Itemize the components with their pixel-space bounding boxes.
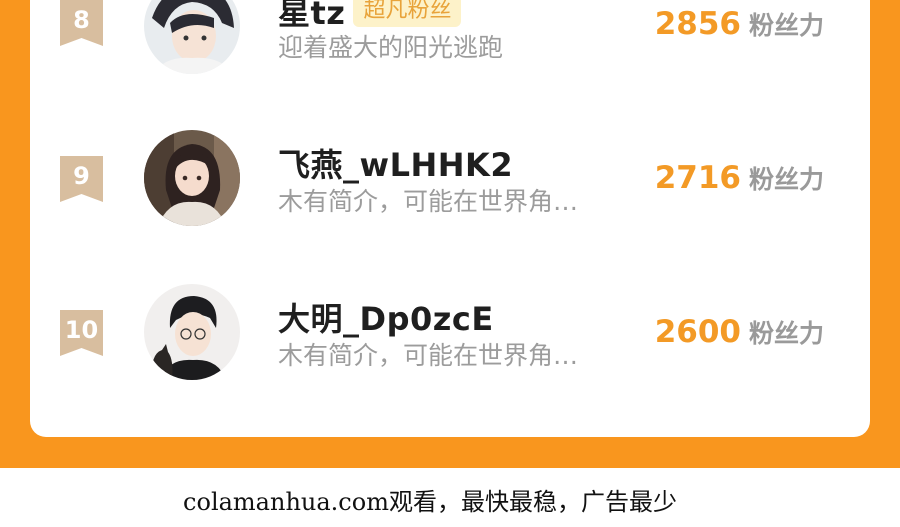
score-value: 2716 [654,160,741,196]
anime-boy-avatar-icon [144,0,240,74]
fan-power-score: 2716 粉丝力 [655,160,824,196]
leaderboard-row[interactable]: 8 星tz 超凡粉丝 迎着盛大的阳光逃跑 2856 粉丝力 [30,0,870,78]
score-unit: 粉丝力 [748,11,824,40]
username[interactable]: 大明_Dp0zcE [278,300,494,338]
score-value: 2856 [654,6,741,42]
name-line: 飞燕_wLHHK2 [278,140,513,184]
score-unit: 粉丝力 [748,165,824,194]
fan-power-score: 2600 粉丝力 [655,314,824,350]
username[interactable]: 飞燕_wLHHK2 [278,146,513,184]
name-line: 大明_Dp0zcE [278,294,494,338]
anime-girl-avatar-icon [144,130,240,226]
user-bio: 迎着盛大的阳光逃跑 [278,33,504,62]
rank-number: 9 [73,162,90,190]
avatar[interactable] [144,284,240,380]
leaderboard-row[interactable]: 10 大明_Dp0zcE 木有简介，可能在世界角… 2600 粉丝力 [30,284,870,384]
user-bio: 木有简介，可能在世界角… [278,187,579,216]
rank-badge: 9 [60,156,103,202]
avatar[interactable] [144,130,240,226]
user-bio: 木有简介，可能在世界角… [278,341,579,370]
rank-number: 10 [64,316,99,344]
score-value: 2600 [654,314,741,350]
footer-banner: colamanhua.com观看，最快最稳，广告最少 [0,468,900,527]
name-line: 星tz 超凡粉丝 [278,0,462,32]
rank-badge: 8 [60,0,103,46]
rank-number: 8 [73,6,90,34]
super-fan-badge: 超凡粉丝 [353,0,462,27]
score-unit: 粉丝力 [748,319,824,348]
footer-text: colamanhua.com观看，最快最稳，广告最少 [183,488,677,516]
leaderboard-card: 8 星tz 超凡粉丝 迎着盛大的阳光逃跑 2856 粉丝力 9 飞燕_wLHHK… [30,0,870,437]
avatar[interactable] [144,0,240,74]
fan-power-score: 2856 粉丝力 [655,6,824,42]
rank-badge: 10 [60,310,103,356]
anime-man-with-cat-avatar-icon [144,284,240,380]
leaderboard-row[interactable]: 9 飞燕_wLHHK2 木有简介，可能在世界角… 2716 粉丝力 [30,130,870,230]
